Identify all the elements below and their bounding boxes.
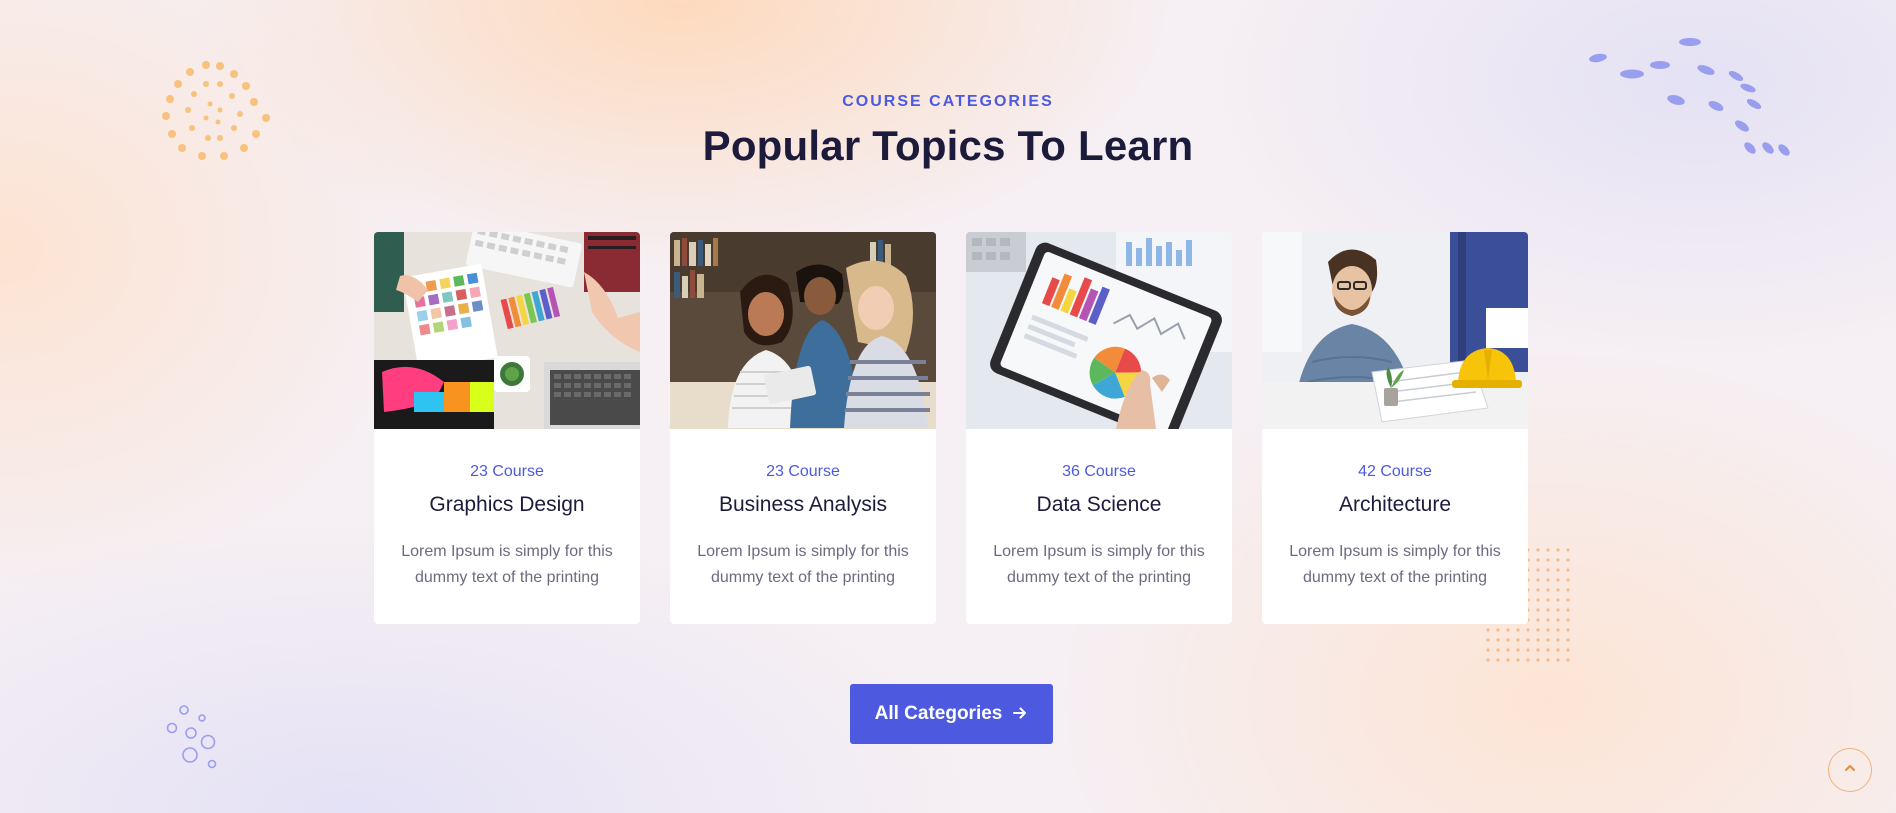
category-card-architecture[interactable]: 42 Course Architecture Lorem Ipsum is si… (1262, 232, 1528, 624)
category-card-data-science[interactable]: 36 Course Data Science Lorem Ipsum is si… (966, 232, 1232, 624)
category-title[interactable]: Graphics Design (374, 493, 640, 517)
scroll-to-top-button[interactable] (1828, 748, 1872, 792)
category-description: Lorem Ipsum is simply for this dummy tex… (993, 543, 1205, 586)
category-description: Lorem Ipsum is simply for this dummy tex… (401, 543, 613, 586)
business-analysis-image (670, 232, 936, 429)
category-card-business-analysis[interactable]: 23 Course Business Analysis Lorem Ipsum … (670, 232, 936, 624)
data-science-image (966, 232, 1232, 429)
category-card-graphics-design[interactable]: 23 Course Graphics Design Lorem Ipsum is… (374, 232, 640, 624)
chevron-up-icon (1843, 761, 1857, 780)
all-categories-button[interactable]: All Categories (850, 684, 1053, 744)
section-heading: Popular Topics To Learn (702, 122, 1194, 169)
course-count: 42 Course (1358, 463, 1432, 480)
course-count: 23 Course (766, 463, 840, 480)
course-count: 36 Course (1062, 463, 1136, 480)
decor-purple-bubbles (166, 705, 217, 769)
graphics-design-image (374, 232, 640, 429)
category-cards: 23 Course Graphics Design Lorem Ipsum is… (374, 232, 1528, 624)
section-eyebrow: COURSE CATEGORIES (842, 93, 1054, 110)
category-title[interactable]: Data Science (966, 493, 1232, 517)
category-title[interactable]: Architecture (1262, 493, 1528, 517)
architecture-image (1262, 232, 1528, 429)
category-title[interactable]: Business Analysis (670, 493, 936, 517)
category-description: Lorem Ipsum is simply for this dummy tex… (697, 543, 909, 586)
category-description: Lorem Ipsum is simply for this dummy tex… (1289, 543, 1501, 586)
course-count: 23 Course (470, 463, 544, 480)
arrow-right-icon (1012, 705, 1028, 724)
all-categories-label: All Categories (874, 703, 1003, 724)
